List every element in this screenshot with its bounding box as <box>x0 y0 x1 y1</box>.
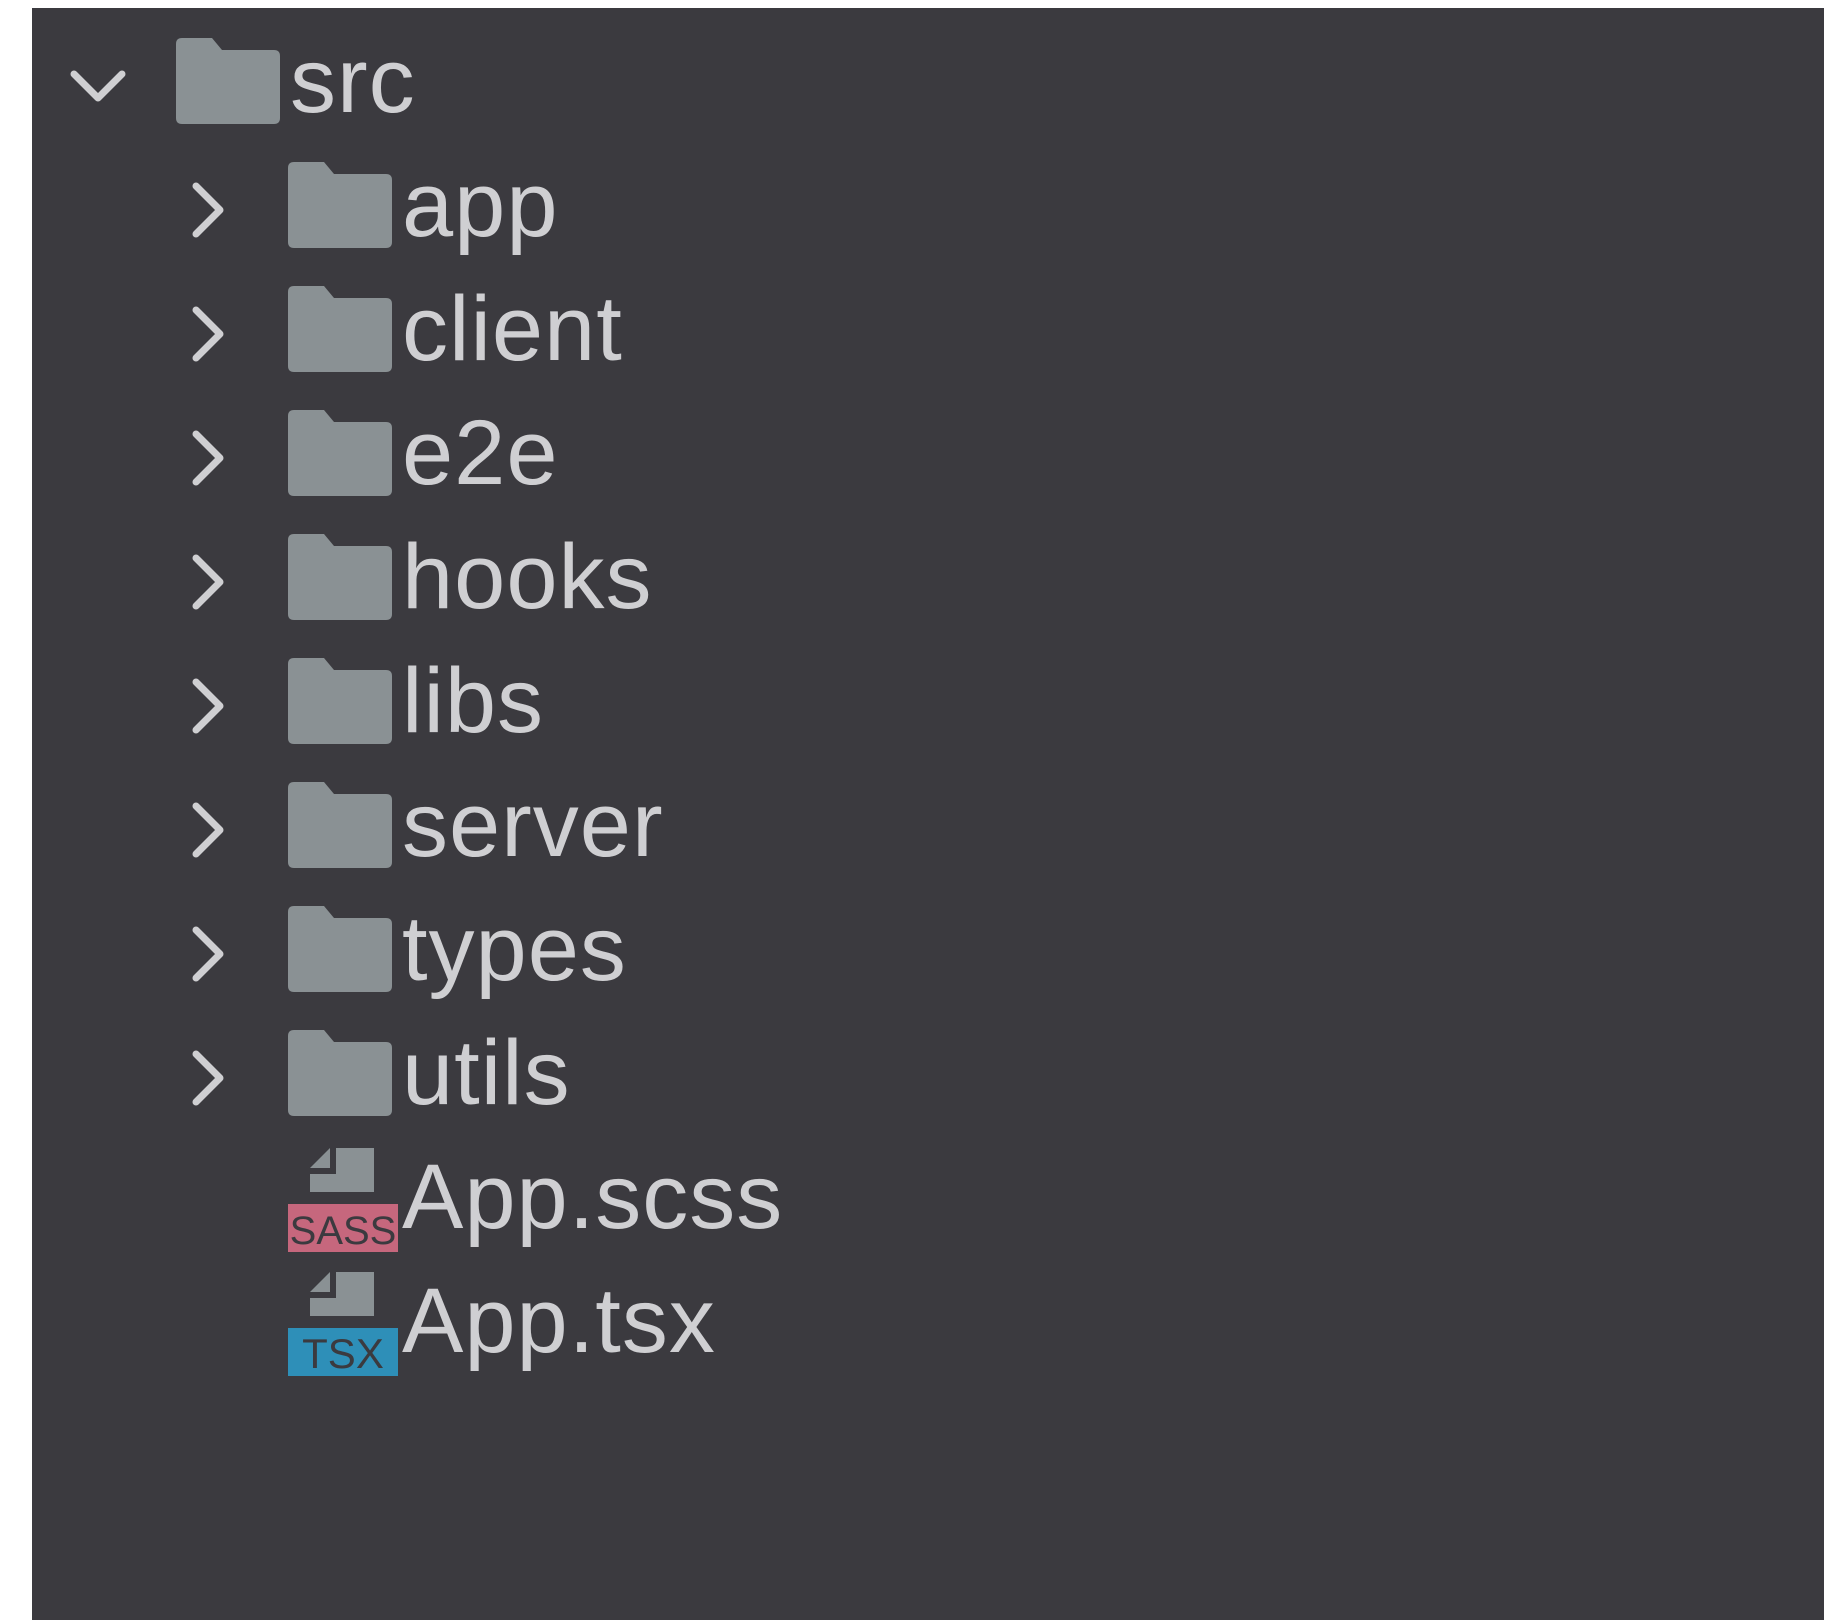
file-label: App.tsx <box>402 1270 716 1372</box>
folder-icon <box>288 1030 392 1116</box>
chevron-right-icon[interactable] <box>176 798 240 862</box>
chevron-right-icon[interactable] <box>176 922 240 986</box>
folder-icon <box>176 38 280 124</box>
project-file-tree-panel: src app client e2e hooks libs server typ… <box>32 8 1824 1620</box>
chevron-right-icon[interactable] <box>176 302 240 366</box>
tsx-badge-text: TSX <box>302 1330 384 1377</box>
chevron-right-icon[interactable] <box>176 1046 240 1110</box>
sass-file-icon: SASS <box>288 1144 400 1256</box>
folder-icon <box>288 286 392 372</box>
folder-icon <box>288 658 392 744</box>
folder-icon <box>288 534 392 620</box>
chevron-right-icon[interactable] <box>176 178 240 242</box>
folder-icon <box>288 782 392 868</box>
folder-icon <box>288 162 392 248</box>
tsx-file-icon: TSX <box>288 1268 400 1380</box>
folder-icon <box>288 906 392 992</box>
sass-badge-text: SASS <box>290 1209 397 1253</box>
tree-row-app-tsx[interactable]: TSX App.tsx <box>32 1248 1824 1394</box>
chevron-right-icon[interactable] <box>176 550 240 614</box>
chevron-right-icon[interactable] <box>176 674 240 738</box>
chevron-right-icon[interactable] <box>176 426 240 490</box>
folder-icon <box>288 410 392 496</box>
chevron-down-icon[interactable] <box>66 54 130 118</box>
